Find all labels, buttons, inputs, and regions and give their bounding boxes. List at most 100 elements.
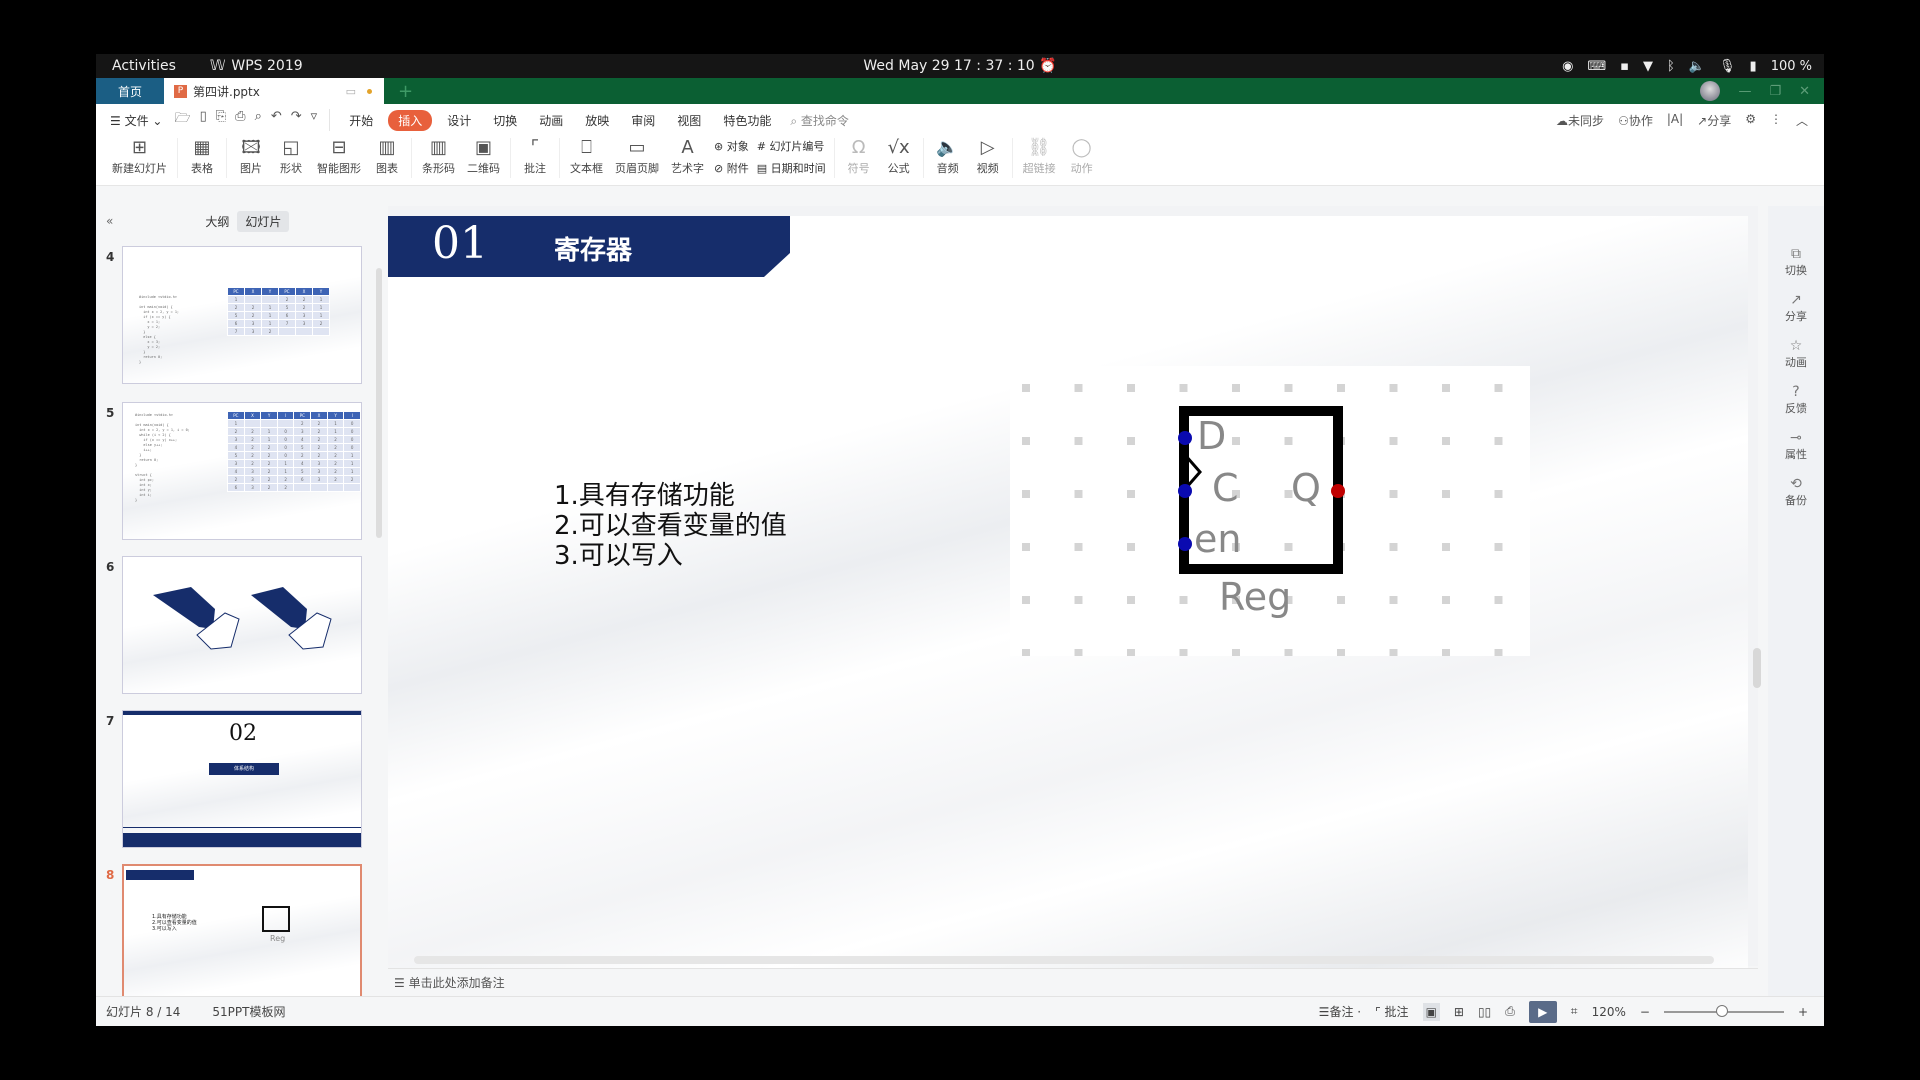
- current-slide[interactable]: 01 寄存器 1.具有存储功能 2.可以查看变量的值 3.可以写入 D C en…: [388, 216, 1748, 978]
- panel-share[interactable]: ↗ 分享: [1785, 292, 1807, 324]
- attachment-button[interactable]: ⊘ 附件: [714, 160, 749, 176]
- system-tray[interactable]: ◉ ⌨ ▪ ▼ ᛒ 🔈 🎙 ▮ 100 %: [1562, 59, 1812, 74]
- menu-features[interactable]: 特色功能: [712, 112, 782, 129]
- sync-status[interactable]: ☁未同步: [1556, 112, 1604, 129]
- zoom-level[interactable]: 120%: [1592, 1005, 1626, 1019]
- comment-button[interactable]: ⌜ 批注: [515, 136, 555, 176]
- export-icon[interactable]: ⎘: [216, 109, 226, 131]
- undo-icon[interactable]: ↶: [271, 109, 282, 131]
- slide-thumbnail-8[interactable]: 1.具有存储功能 2.可以查看变量的值 3.可以写入 Reg: [122, 864, 362, 1002]
- slide-thumbnail-6[interactable]: [122, 556, 362, 694]
- panel-transition[interactable]: ⧉ 切换: [1785, 246, 1807, 278]
- table-button[interactable]: ▦ 表格: [182, 136, 222, 176]
- menu-review[interactable]: 审阅: [620, 112, 666, 129]
- new-slide-button[interactable]: ⊞ 新建幻灯片: [106, 136, 173, 176]
- reading-view-button[interactable]: ▯▯: [1478, 1005, 1491, 1019]
- input-pin-en[interactable]: [1178, 537, 1192, 551]
- panel-backup[interactable]: ⟲ 备份: [1785, 476, 1807, 508]
- wordart-button[interactable]: A 艺术字: [665, 136, 710, 176]
- menu-transition[interactable]: 切换: [482, 112, 528, 129]
- minimize-icon[interactable]: —: [1738, 84, 1751, 99]
- command-search[interactable]: ⌕ 查找命令: [790, 112, 849, 129]
- slide-thumbnail-4[interactable]: #include <stdio.h> int main(void) { int …: [122, 246, 362, 384]
- action-button[interactable]: ◯ 动作: [1062, 136, 1102, 176]
- save-icon[interactable]: ▯: [200, 109, 207, 131]
- clock[interactable]: Wed May 29 17 : 37 : 10: [863, 58, 1034, 74]
- play-slideshow-button[interactable]: ▶: [1528, 1000, 1557, 1023]
- tab-slides[interactable]: 幻灯片: [237, 210, 290, 232]
- menu-start[interactable]: 开始: [338, 112, 384, 129]
- close-icon[interactable]: ✕: [1799, 84, 1810, 99]
- register-diagram[interactable]: D C en Q Reg: [1010, 366, 1530, 657]
- collapse-ribbon-icon[interactable]: ︿: [1796, 112, 1808, 129]
- fit-window-icon[interactable]: ⌗: [1571, 1004, 1578, 1019]
- object-button[interactable]: ⊛ 对象: [714, 138, 749, 154]
- proxy-icon[interactable]: ▪: [1620, 59, 1629, 74]
- mic-icon[interactable]: 🎙: [1719, 59, 1736, 74]
- volume-icon[interactable]: 🔈: [1689, 59, 1705, 74]
- tab-document[interactable]: P 第四讲.pptx ▭: [164, 78, 384, 104]
- new-tab-button[interactable]: +: [384, 78, 427, 104]
- shape-button[interactable]: ◱ 形状: [271, 136, 311, 176]
- wifi-icon[interactable]: ▼: [1643, 59, 1653, 74]
- zoom-slider-handle[interactable]: [1715, 1004, 1728, 1017]
- input-pin-c[interactable]: [1178, 484, 1192, 498]
- notes-toggle[interactable]: ☰备注 ·: [1319, 1003, 1361, 1020]
- textbox-button[interactable]: ⎕ 文本框: [564, 136, 609, 176]
- output-pin-q[interactable]: [1331, 484, 1345, 498]
- smartart-button[interactable]: ⊟ 智能图形: [311, 136, 367, 176]
- device-icon[interactable]: ▭: [346, 85, 356, 98]
- tab-outline[interactable]: 大纲: [205, 213, 229, 230]
- menu-animation[interactable]: 动画: [528, 112, 574, 129]
- comments-toggle[interactable]: ⌜ 批注: [1375, 1003, 1408, 1020]
- redo-icon[interactable]: ↷: [291, 109, 302, 131]
- print-icon[interactable]: ⎙: [235, 109, 245, 131]
- avatar[interactable]: [1700, 81, 1721, 101]
- record-icon[interactable]: ◉: [1562, 59, 1573, 74]
- chart-button[interactable]: ▥ 图表: [367, 136, 407, 176]
- bluetooth-icon[interactable]: ᛒ: [1667, 59, 1675, 74]
- panel-properties[interactable]: ⊸ 属性: [1785, 430, 1807, 462]
- panel-scrollbar[interactable]: [376, 268, 382, 538]
- collapse-panel-icon[interactable]: «: [106, 214, 113, 228]
- settings-icon[interactable]: ⚙: [1745, 112, 1756, 129]
- symbol-button[interactable]: Ω 符号: [839, 136, 879, 176]
- notes-area[interactable]: ☰ 单击此处添加备注: [388, 968, 1758, 996]
- open-icon[interactable]: 🗁: [174, 109, 190, 131]
- menu-view[interactable]: 视图: [666, 112, 712, 129]
- panel-feedback[interactable]: ? 反馈: [1785, 384, 1807, 416]
- share-button[interactable]: ↗分享: [1697, 112, 1731, 129]
- qrcode-button[interactable]: ▣ 二维码: [461, 136, 506, 176]
- barcode-button[interactable]: ▥ 条形码: [416, 136, 461, 176]
- keyboard-icon[interactable]: ⌨: [1587, 59, 1606, 74]
- customize-icon[interactable]: ▿: [311, 109, 318, 131]
- maximize-icon[interactable]: ❐: [1769, 84, 1781, 99]
- date-time-button[interactable]: ▤ 日期和时间: [757, 160, 826, 176]
- picture-button[interactable]: 🖾 图片: [231, 136, 271, 176]
- formula-button[interactable]: √x 公式: [879, 136, 919, 176]
- slide-number-button[interactable]: # 幻灯片编号: [757, 138, 826, 154]
- horizontal-scrollbar[interactable]: [414, 956, 1714, 964]
- more-icon[interactable]: ⋮: [1770, 112, 1782, 129]
- zoom-in-button[interactable]: +: [1798, 1005, 1808, 1019]
- activities-button[interactable]: Activities: [112, 58, 176, 74]
- audio-button[interactable]: 🔈 音频: [928, 136, 968, 176]
- slide-thumbnail-5[interactable]: #include <stdio.h> int main(void) { int …: [122, 402, 362, 540]
- hyperlink-button[interactable]: ⛓ 超链接: [1017, 136, 1062, 176]
- menu-insert[interactable]: 插入: [388, 109, 433, 131]
- zoom-slider[interactable]: [1663, 1004, 1784, 1017]
- input-pin-d[interactable]: [1178, 431, 1192, 445]
- file-menu[interactable]: ☰ 文件 ⌄: [110, 112, 162, 129]
- camera-icon[interactable]: ⎙: [1505, 1004, 1515, 1019]
- app-menu[interactable]: 𝕎 WPS 2019: [210, 58, 303, 74]
- video-button[interactable]: ▷ 视频: [968, 136, 1008, 176]
- header-footer-button[interactable]: ▭ 页眉页脚: [609, 136, 665, 176]
- collaborate-button[interactable]: ⚇协作: [1618, 112, 1653, 129]
- menu-design[interactable]: 设计: [436, 112, 482, 129]
- zoom-out-button[interactable]: −: [1640, 1005, 1650, 1019]
- vertical-scrollbar[interactable]: [1753, 228, 1761, 958]
- sorter-view-button[interactable]: ⊞: [1454, 1005, 1464, 1019]
- preview-icon[interactable]: ⌕: [255, 109, 262, 131]
- tab-home[interactable]: 首页: [96, 78, 164, 104]
- battery-icon[interactable]: ▮: [1750, 59, 1757, 74]
